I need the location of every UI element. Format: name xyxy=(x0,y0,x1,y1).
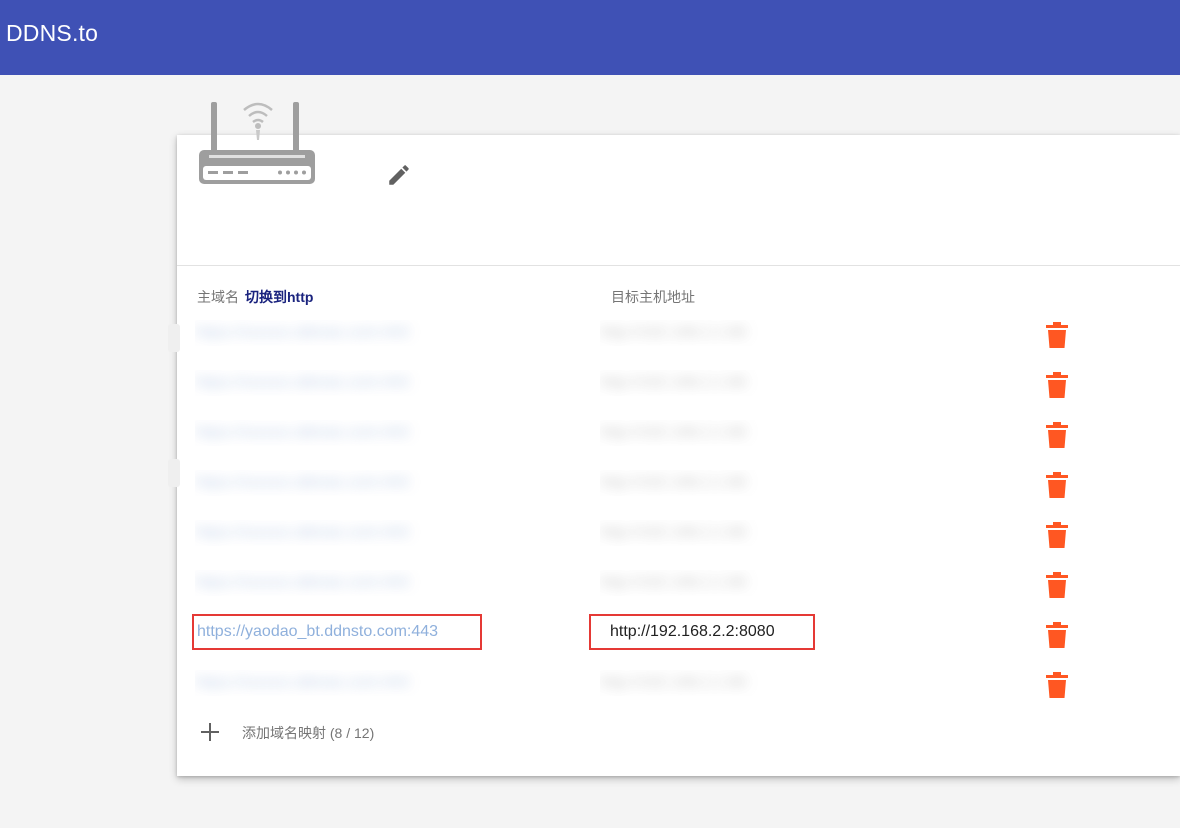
target-cell-redacted: http://192.168.2.1:80 xyxy=(600,670,840,696)
target-value: http://192.168.2.1:80 xyxy=(600,574,747,591)
app-bar: DDNS.to xyxy=(0,0,1180,75)
host-value: https://xxxxxx.ddnsto.com:443 xyxy=(195,374,410,391)
target-value: http://192.168.2.1:80 xyxy=(600,674,747,691)
host-cell-redacted: https://xxxxxx.ddnsto.com:443 xyxy=(195,670,495,696)
host-cell-redacted: https://xxxxxx.ddnsto.com:443 xyxy=(195,320,495,346)
mapping-row: https://xxxxxx.ddnsto.com:443 http://192.… xyxy=(177,470,1180,520)
router-icon xyxy=(199,102,315,184)
target-value: http://192.168.2.1:80 xyxy=(600,474,747,491)
mapping-row: https://xxxxxx.ddnsto.com:443 http://192.… xyxy=(177,520,1180,570)
switch-to-http-link[interactable]: 切换到http xyxy=(245,289,313,305)
target-value: http://192.168.2.1:80 xyxy=(600,524,747,541)
section-divider xyxy=(177,265,1180,266)
trash-icon[interactable] xyxy=(1046,672,1068,698)
host-link[interactable]: https://yaodao_bt.ddnsto.com:443 xyxy=(197,623,438,641)
host-value: https://xxxxxx.ddnsto.com:443 xyxy=(195,524,410,541)
target-cell-redacted: http://192.168.2.1:80 xyxy=(600,520,840,546)
host-value: https://xxxxxx.ddnsto.com:443 xyxy=(195,324,410,341)
trash-icon[interactable] xyxy=(1046,372,1068,398)
target-cell-redacted: http://192.168.2.1:80 xyxy=(600,320,840,346)
trash-icon[interactable] xyxy=(1046,322,1068,348)
target-value: http://192.168.2.2:8080 xyxy=(610,623,775,640)
host-column-header: 主域名 切换到http xyxy=(197,287,313,307)
mapping-row: https://xxxxxx.ddnsto.com:443 http://192.… xyxy=(177,670,1180,720)
trash-icon[interactable] xyxy=(1046,622,1068,648)
host-cell-redacted: https://xxxxxx.ddnsto.com:443 xyxy=(195,470,495,496)
host-value: https://xxxxxx.ddnsto.com:443 xyxy=(195,474,410,491)
target-value: http://192.168.2.1:80 xyxy=(600,324,747,341)
target-column-header: 目标主机地址 xyxy=(611,289,695,305)
target-cell-redacted: http://192.168.2.1:80 xyxy=(600,470,840,496)
host-cell-redacted: https://xxxxxx.ddnsto.com:443 xyxy=(195,520,495,546)
trash-icon[interactable] xyxy=(1046,522,1068,548)
mapping-row: https://yaodao_bt.ddnsto.com:443 http://1… xyxy=(177,614,1180,670)
target-value: http://192.168.2.1:80 xyxy=(600,424,747,441)
target-cell-redacted: http://192.168.2.1:80 xyxy=(600,570,840,596)
app-title: DDNS.to xyxy=(6,20,99,46)
host-value: https://xxxxxx.ddnsto.com:443 xyxy=(195,424,410,441)
trash-icon[interactable] xyxy=(1046,422,1068,448)
trash-icon[interactable] xyxy=(1046,572,1068,598)
plus-icon[interactable] xyxy=(200,722,220,742)
add-mapping-label[interactable]: 添加域名映射 (8 / 12) xyxy=(242,723,374,743)
target-cell-redacted: http://192.168.2.1:80 xyxy=(600,420,840,446)
host-cell-redacted: https://xxxxxx.ddnsto.com:443 xyxy=(195,420,495,446)
mapping-row: https://xxxxxx.ddnsto.com:443 http://192.… xyxy=(177,320,1180,370)
mapping-row: https://xxxxxx.ddnsto.com:443 http://192.… xyxy=(177,570,1180,620)
target-cell-redacted: http://192.168.2.1:80 xyxy=(600,370,840,396)
target-value: http://192.168.2.1:80 xyxy=(600,374,747,391)
mapping-row: https://xxxxxx.ddnsto.com:443 http://192.… xyxy=(177,370,1180,420)
mapping-row: https://xxxxxx.ddnsto.com:443 http://192.… xyxy=(177,420,1180,470)
pencil-icon[interactable] xyxy=(386,162,412,188)
host-value: https://xxxxxx.ddnsto.com:443 xyxy=(195,574,410,591)
host-header-label: 主域名 xyxy=(197,289,239,305)
host-cell-redacted: https://xxxxxx.ddnsto.com:443 xyxy=(195,370,495,396)
trash-icon[interactable] xyxy=(1046,472,1068,498)
host-cell-redacted: https://xxxxxx.ddnsto.com:443 xyxy=(195,570,495,596)
host-value: https://xxxxxx.ddnsto.com:443 xyxy=(195,674,410,691)
